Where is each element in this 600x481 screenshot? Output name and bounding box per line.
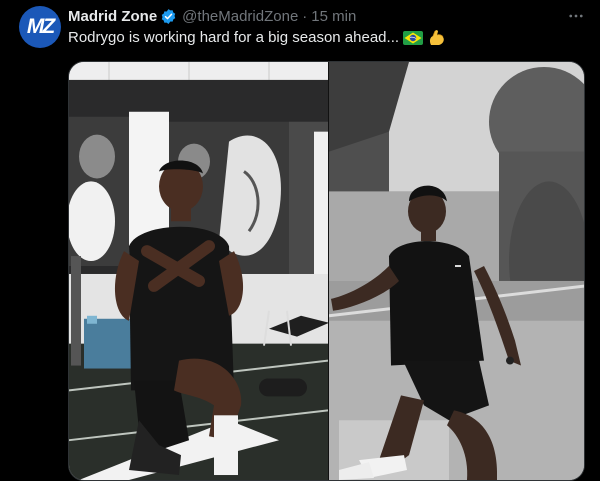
author-name[interactable]: Madrid Zone xyxy=(68,8,157,25)
photo-left[interactable] xyxy=(69,62,328,480)
brazil-flag-icon xyxy=(403,31,424,45)
avatar[interactable]: MZ xyxy=(19,6,61,48)
timestamp[interactable]: 15 min xyxy=(311,8,356,25)
flexed-biceps-icon xyxy=(429,30,444,45)
tweet-body: Rodrygo is working hard for a big season… xyxy=(68,29,400,46)
media-grid[interactable] xyxy=(68,61,585,481)
author-handle[interactable]: @theMadridZone xyxy=(182,8,298,25)
tweet-header: Madrid Zone @theMadridZone · 15 min xyxy=(68,6,356,26)
tweet-text: Rodrygo is working hard for a big season… xyxy=(68,28,447,48)
separator-dot: · xyxy=(302,7,308,25)
tweet[interactable]: MZ Madrid Zone @theMadridZone · 15 min R… xyxy=(0,0,600,481)
photo-right[interactable] xyxy=(329,62,585,480)
more-options-icon[interactable] xyxy=(566,6,586,26)
verified-badge-icon xyxy=(161,8,176,24)
avatar-logo-text: MZ xyxy=(26,15,55,38)
